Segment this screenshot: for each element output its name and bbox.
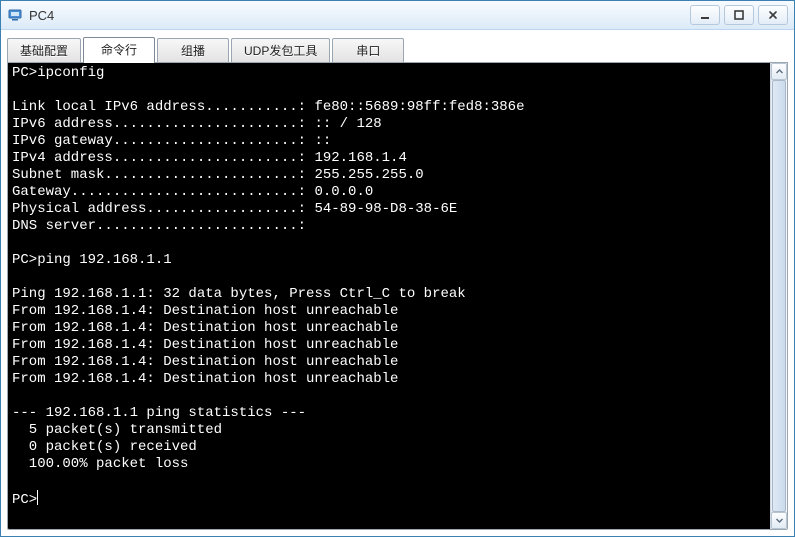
terminal[interactable]: PC>ipconfig Link local IPv6 address.....… (8, 63, 770, 529)
tab-cli[interactable]: 命令行 (83, 37, 155, 63)
close-icon (767, 9, 779, 21)
tab-panel: PC>ipconfig Link local IPv6 address.....… (7, 62, 788, 530)
app-window: PC4 基础配置 命令行 组播 UDP发 (0, 0, 795, 537)
app-icon (7, 7, 23, 23)
vertical-scrollbar[interactable] (770, 63, 787, 529)
tab-multicast[interactable]: 组播 (157, 38, 229, 62)
client-area: 基础配置 命令行 组播 UDP发包工具 串口 PC>ipconfig Link … (1, 30, 794, 536)
scroll-up-button[interactable] (771, 63, 787, 80)
chevron-down-icon (775, 516, 784, 525)
maximize-button[interactable] (724, 5, 754, 25)
terminal-area: PC>ipconfig Link local IPv6 address.....… (8, 63, 787, 529)
chevron-up-icon (775, 67, 784, 76)
terminal-cursor (37, 490, 45, 505)
titlebar[interactable]: PC4 (1, 1, 794, 30)
tab-serial[interactable]: 串口 (332, 38, 404, 62)
maximize-icon (733, 9, 745, 21)
minimize-button[interactable] (690, 5, 720, 25)
minimize-icon (699, 9, 711, 21)
window-title: PC4 (29, 8, 54, 23)
tab-udp-tool[interactable]: UDP发包工具 (231, 38, 330, 62)
tab-strip: 基础配置 命令行 组播 UDP发包工具 串口 (7, 36, 788, 62)
window-buttons (686, 5, 788, 25)
scroll-down-button[interactable] (771, 512, 787, 529)
close-button[interactable] (758, 5, 788, 25)
tab-basic-config[interactable]: 基础配置 (7, 38, 81, 62)
scroll-thumb[interactable] (772, 80, 786, 512)
scroll-track[interactable] (771, 80, 787, 512)
